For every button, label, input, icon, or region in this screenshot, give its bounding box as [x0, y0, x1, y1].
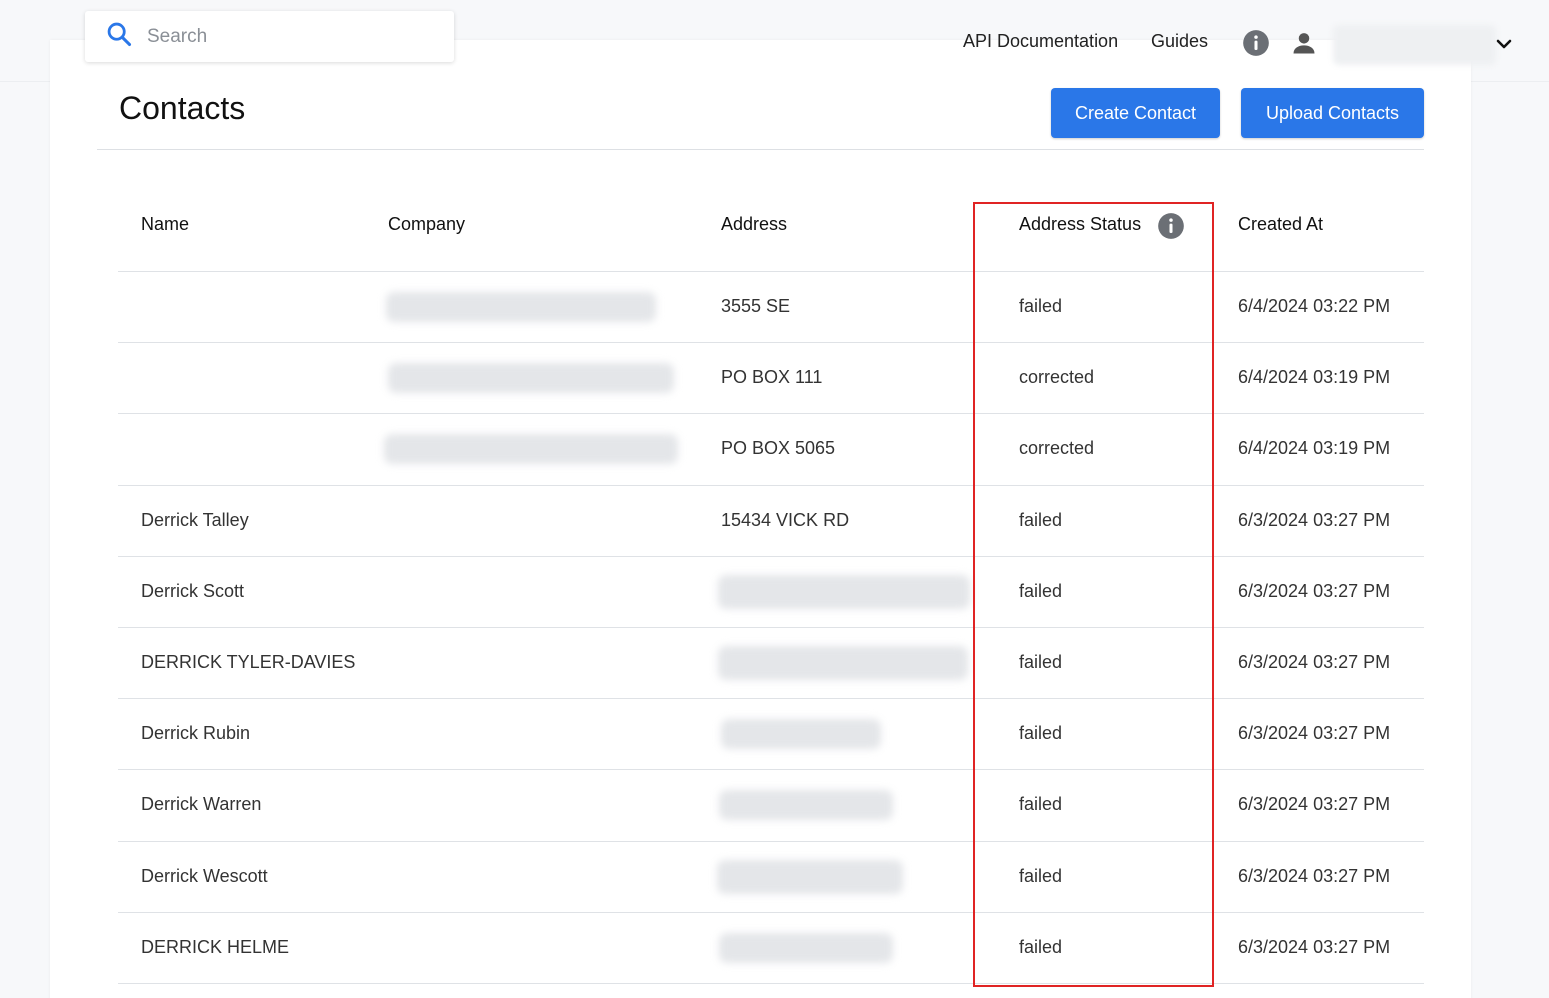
info-icon[interactable]: [1241, 28, 1271, 58]
api-documentation-link[interactable]: API Documentation: [963, 31, 1118, 52]
cell-address: 15434 VICK RD: [721, 510, 850, 530]
cell-name: DERRICK TYLER-DAVIES: [141, 652, 356, 672]
cell-created-at: 6/3/2024 03:27 PM: [1238, 937, 1391, 957]
cell-address-redacted: [719, 790, 893, 820]
cell-created-at: 6/3/2024 03:27 PM: [1238, 652, 1391, 672]
cell-created-at: 6/3/2024 03:27 PM: [1238, 510, 1391, 530]
cell-address: 3555 SE: [721, 296, 791, 316]
upload-contacts-button[interactable]: Upload Contacts: [1241, 88, 1424, 138]
header-address[interactable]: Address: [721, 214, 787, 235]
cell-created-at: 6/3/2024 03:27 PM: [1238, 794, 1391, 814]
cell-address-redacted: [718, 575, 970, 609]
table-row[interactable]: Derrick Wescott failed 6/3/2024 03:27 PM: [118, 841, 1424, 912]
cell-created-at: 6/3/2024 03:27 PM: [1238, 581, 1391, 601]
account-name[interactable]: [1333, 25, 1496, 65]
header-company[interactable]: Company: [388, 214, 465, 235]
cell-created-at: 6/4/2024 03:19 PM: [1238, 438, 1391, 458]
table-row[interactable]: 3555 SE failed 6/4/2024 03:22 PM: [118, 271, 1424, 342]
cell-name: Derrick Rubin: [141, 723, 251, 743]
cell-address-redacted: [718, 646, 968, 680]
cell-created-at: 6/4/2024 03:22 PM: [1238, 296, 1391, 316]
cell-created-at: 6/3/2024 03:27 PM: [1238, 723, 1391, 743]
cell-name: Derrick Wescott: [141, 866, 268, 886]
search-icon: [105, 20, 133, 53]
table-row[interactable]: Derrick Warren failed 6/3/2024 03:27 PM: [118, 769, 1424, 840]
cell-name: Derrick Warren: [141, 794, 262, 814]
cell-company-redacted: [384, 434, 678, 464]
table-row[interactable]: Derrick Rubin failed 6/3/2024 03:27 PM: [118, 698, 1424, 769]
table-row[interactable]: DERRICK HELME failed 6/3/2024 03:27 PM: [118, 912, 1424, 983]
search-input[interactable]: [147, 25, 427, 48]
cell-address: PO BOX 111: [721, 367, 823, 387]
table-row[interactable]: DERRICK TYLER-DAVIES failed 6/3/2024 03:…: [118, 627, 1424, 698]
table-row[interactable]: PO BOX 5065 corrected 6/4/2024 03:19 PM: [118, 413, 1424, 484]
table-bottom-border: [118, 983, 1424, 984]
cell-created-at: 6/3/2024 03:27 PM: [1238, 866, 1391, 886]
table-row[interactable]: Derrick Scott failed 6/3/2024 03:27 PM: [118, 556, 1424, 627]
table-row[interactable]: Derrick Talley 15434 VICK RD failed 6/3/…: [118, 485, 1424, 556]
title-divider: [97, 149, 1424, 150]
cell-address-redacted: [719, 933, 893, 963]
search-box[interactable]: [85, 11, 454, 62]
cell-address-redacted: [717, 860, 903, 894]
cell-name: Derrick Talley: [141, 510, 249, 530]
cell-name: DERRICK HELME: [141, 937, 290, 957]
cell-company-redacted: [388, 363, 674, 393]
cell-name: Derrick Scott: [141, 581, 245, 601]
address-status-highlight: [973, 202, 1214, 987]
cell-company-redacted: [386, 292, 656, 322]
guides-link[interactable]: Guides: [1151, 31, 1208, 52]
header-created-at[interactable]: Created At: [1238, 214, 1323, 235]
cell-address-redacted: [721, 719, 881, 749]
cell-created-at: 6/4/2024 03:19 PM: [1238, 367, 1391, 387]
header-name[interactable]: Name: [141, 214, 189, 235]
user-icon[interactable]: [1289, 28, 1319, 58]
page-title: Contacts: [119, 90, 246, 126]
create-contact-button[interactable]: Create Contact: [1051, 88, 1220, 138]
table-row[interactable]: PO BOX 111 corrected 6/4/2024 03:19 PM: [118, 342, 1424, 413]
cell-address: PO BOX 5065: [721, 438, 836, 458]
chevron-down-icon[interactable]: [1494, 34, 1514, 54]
